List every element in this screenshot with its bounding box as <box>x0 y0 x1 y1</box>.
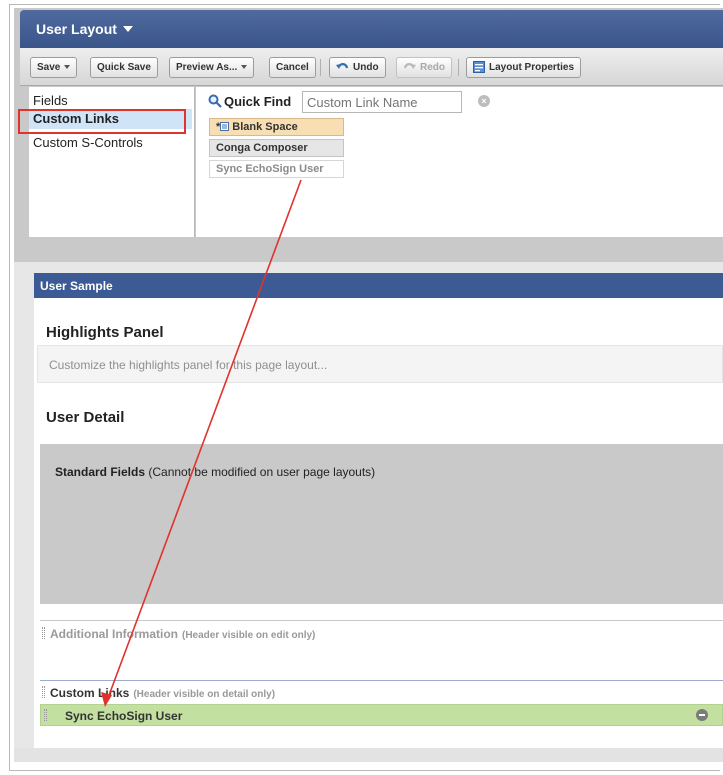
remove-icon[interactable] <box>696 709 708 721</box>
drag-handle-icon[interactable] <box>44 709 47 721</box>
chevron-down-icon <box>122 26 133 32</box>
custom-links-note: (Header visible on detail only) <box>133 689 276 700</box>
layout-sample-header: User Sample <box>34 273 723 298</box>
standard-fields-note: (Cannot be modified on user page layouts… <box>148 465 376 479</box>
standard-fields-label: Standard Fields <box>55 465 146 479</box>
custom-links-section-header[interactable]: Custom Links (Header visible on detail on… <box>50 686 275 700</box>
layout-properties-icon <box>473 61 485 73</box>
category-custom-s-controls[interactable]: Custom S-Controls <box>33 135 143 150</box>
palette-items-panel: Quick Find × *Blank Space Conga Composer… <box>196 87 723 237</box>
quick-find-input[interactable] <box>302 91 462 113</box>
clear-icon[interactable]: × <box>478 95 490 107</box>
toolbar-separator <box>458 59 459 76</box>
layout-canvas-footer <box>14 748 723 762</box>
chevron-down-icon <box>241 65 248 69</box>
layout-sample-title: User Sample <box>40 279 113 293</box>
redo-icon <box>403 63 416 69</box>
custom-link-row-sync-echosign-user[interactable]: Sync EchoSign User <box>40 704 723 726</box>
layout-toolbar: Save Quick Save Preview As... Cancel Und… <box>20 48 723 86</box>
user-detail-heading: User Detail <box>46 409 125 426</box>
cancel-button[interactable]: Cancel <box>269 57 316 78</box>
toolbar-separator <box>320 59 321 76</box>
undo-label: Undo <box>353 62 379 73</box>
standard-fields-section: Standard Fields (Cannot be modified on u… <box>40 444 723 604</box>
section-divider <box>40 620 723 621</box>
additional-information-note: (Header visible on edit only) <box>182 630 316 641</box>
save-label: Save <box>37 62 61 73</box>
layout-properties-label: Layout Properties <box>489 62 575 73</box>
layout-editor-header: User Layout <box>20 10 723 48</box>
drag-handle-icon[interactable] <box>42 627 45 639</box>
quick-save-button[interactable]: Quick Save <box>90 57 158 78</box>
preview-as-label: Preview As... <box>176 62 238 73</box>
preview-as-button[interactable]: Preview As... <box>169 57 255 78</box>
palette-item-label: Blank Space <box>232 121 298 133</box>
drag-handle-icon[interactable] <box>42 686 45 698</box>
chevron-down-icon <box>64 65 71 69</box>
category-fields[interactable]: Fields <box>33 93 68 108</box>
palette-item-blank-space[interactable]: * Blank Space <box>209 118 344 136</box>
annotation-highlight-box <box>18 109 186 134</box>
standard-fields-caption: Standard Fields (Cannot be modified on u… <box>55 465 375 479</box>
layout-title-dropdown[interactable]: User Layout <box>36 21 133 37</box>
search-icon <box>208 94 222 108</box>
custom-links-heading: Custom Links <box>50 686 130 700</box>
undo-button[interactable]: Undo <box>329 57 386 78</box>
save-button[interactable]: Save <box>30 57 78 78</box>
redo-button[interactable]: Redo <box>396 57 452 78</box>
section-divider <box>40 680 723 681</box>
additional-information-heading: Additional Information <box>50 627 178 641</box>
blank-space-icon <box>220 122 230 131</box>
additional-information-section-header[interactable]: Additional Information (Header visible on… <box>50 627 315 641</box>
redo-label: Redo <box>420 62 445 73</box>
highlights-panel-heading: Highlights Panel <box>46 324 164 341</box>
palette-item-conga-composer[interactable]: Conga Composer <box>209 139 344 157</box>
highlights-panel-box[interactable]: Customize the highlights panel for this … <box>37 345 723 383</box>
layout-title: User Layout <box>36 21 117 37</box>
undo-icon <box>336 63 349 69</box>
quick-find-label: Quick Find <box>224 94 292 109</box>
layout-properties-button[interactable]: Layout Properties <box>466 57 582 78</box>
palette-item-sync-echosign-user[interactable]: Sync EchoSign User <box>209 160 344 178</box>
custom-link-label: Sync EchoSign User <box>65 709 183 723</box>
highlights-panel-hint: Customize the highlights panel for this … <box>49 358 328 372</box>
